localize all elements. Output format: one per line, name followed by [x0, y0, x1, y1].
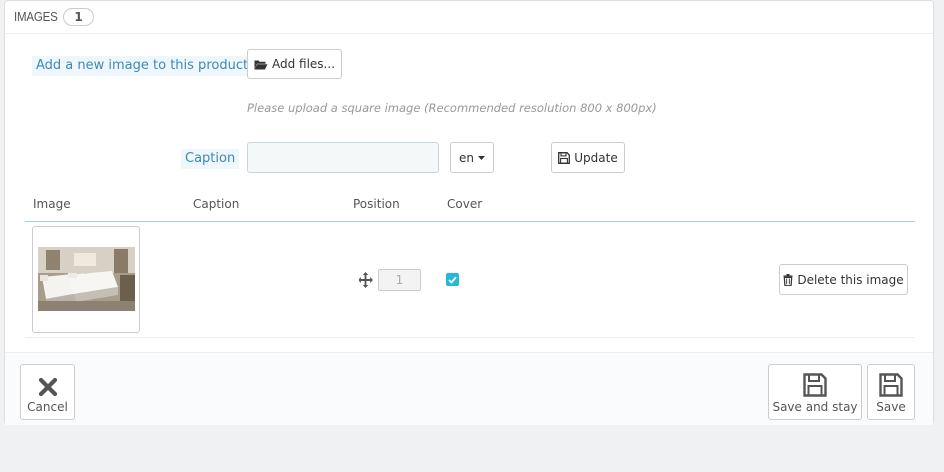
position-input[interactable]: 1	[378, 269, 421, 291]
column-header-cover: Cover	[447, 197, 483, 211]
images-panel: IMAGES 1 Add a new image to this product…	[4, 0, 934, 425]
add-files-button[interactable]: Add files...	[247, 49, 342, 79]
check-icon	[448, 276, 457, 284]
product-image-thumbnail[interactable]	[38, 247, 135, 311]
save-label: Save	[876, 400, 906, 414]
delete-image-label: Delete this image	[797, 272, 904, 287]
column-header-image: Image	[33, 197, 71, 211]
caption-label: Caption	[181, 149, 240, 169]
table-header-divider	[25, 221, 915, 222]
update-button[interactable]: Update	[551, 142, 625, 173]
table-row	[32, 226, 140, 333]
trash-icon	[783, 273, 793, 286]
cancel-label: Cancel	[27, 400, 68, 414]
upload-hint: Please upload a square image (Recommende…	[247, 101, 657, 115]
panel-heading: IMAGES 1	[5, 1, 933, 34]
floppy-disk-icon	[803, 373, 827, 397]
add-image-label: Add a new image to this product	[32, 56, 253, 76]
delete-image-button[interactable]: Delete this image	[779, 264, 908, 295]
caption-input[interactable]	[247, 142, 439, 173]
table-row-divider	[25, 337, 915, 338]
cancel-button[interactable]: Cancel	[20, 364, 75, 420]
panel-title: IMAGES	[14, 10, 58, 24]
floppy-disk-icon	[558, 151, 571, 164]
floppy-disk-icon	[879, 373, 903, 397]
cover-checkbox[interactable]	[446, 273, 459, 286]
close-icon	[38, 377, 57, 397]
language-dropdown[interactable]: en	[450, 142, 494, 173]
caret-down-icon	[478, 155, 485, 160]
update-label: Update	[574, 150, 618, 165]
folder-open-icon	[254, 60, 268, 69]
language-value: en	[459, 150, 474, 165]
column-header-position: Position	[353, 197, 400, 211]
add-files-label: Add files...	[271, 57, 336, 71]
image-count-badge: 1	[63, 8, 94, 26]
save-button[interactable]: Save	[867, 364, 915, 420]
save-and-stay-button[interactable]: Save and stay	[768, 364, 862, 420]
drag-move-icon[interactable]	[359, 271, 373, 289]
panel-footer: Cancel Save and stay Save	[5, 352, 933, 425]
save-and-stay-label: Save and stay	[772, 400, 858, 414]
column-header-caption: Caption	[193, 197, 240, 211]
